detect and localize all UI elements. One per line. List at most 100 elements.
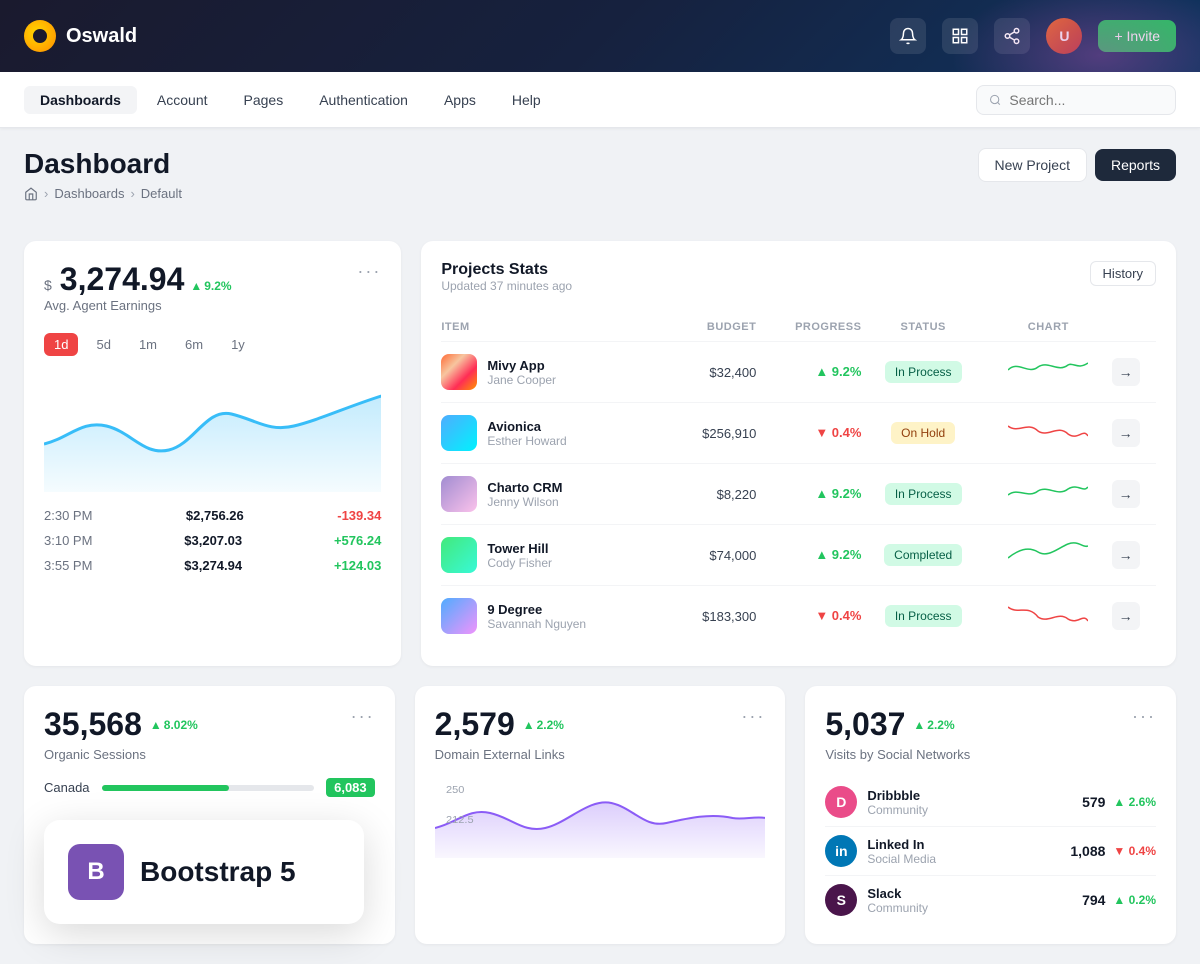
- map-country: Canada: [44, 780, 90, 795]
- history-button[interactable]: History: [1090, 261, 1156, 286]
- slack-icon: S: [825, 884, 857, 916]
- search-bar[interactable]: [976, 85, 1176, 115]
- map-row: Canada 6,083: [44, 778, 375, 797]
- social-more-button[interactable]: ···: [1132, 706, 1156, 743]
- nav-item-dashboards[interactable]: Dashboards: [24, 86, 137, 114]
- row-amount: $2,756.26: [186, 508, 244, 523]
- project-item: Avionica Esther Howard: [441, 415, 670, 451]
- linkedin-icon: in: [825, 835, 857, 867]
- logo-area: Oswald: [24, 20, 137, 52]
- mini-chart: [1008, 599, 1088, 629]
- layout-icon[interactable]: [942, 18, 978, 54]
- project-icon: [441, 354, 477, 390]
- header-right: U + Invite: [890, 18, 1176, 54]
- view-button[interactable]: →: [1112, 541, 1140, 569]
- domain-more-button[interactable]: ···: [741, 706, 765, 743]
- project-item: Tower Hill Cody Fisher: [441, 537, 670, 573]
- map-bar: [102, 785, 315, 791]
- currency-symbol: $: [44, 277, 52, 293]
- organic-more-button[interactable]: ···: [351, 706, 375, 743]
- table-row: 9 Degree Savannah Nguyen $183,300 ▼ 0.4%…: [441, 586, 1156, 647]
- time-filter-1y[interactable]: 1y: [221, 333, 255, 356]
- mini-chart: [1008, 355, 1088, 385]
- breadcrumb-dashboards: Dashboards: [54, 186, 124, 201]
- organic-sessions-badge: ▲ 8.02%: [150, 718, 198, 732]
- share-icon[interactable]: [994, 18, 1030, 54]
- domain-chart: 250 212.5: [435, 778, 766, 858]
- dribbble-icon: D: [825, 786, 857, 818]
- view-button[interactable]: →: [1112, 602, 1140, 630]
- bootstrap-overlay: B Bootstrap 5: [44, 820, 364, 924]
- social-badge: ▼ 0.4%: [1113, 844, 1156, 858]
- social-name: Dribbble: [867, 788, 928, 803]
- view-button[interactable]: →: [1112, 419, 1140, 447]
- earnings-more-button[interactable]: ···: [357, 261, 381, 282]
- earnings-label: Avg. Agent Earnings: [44, 298, 232, 313]
- social-badge: ▲ 2.6%: [1113, 795, 1156, 809]
- earnings-badge: ▲ 9.2%: [190, 279, 231, 293]
- social-count: 1,088: [1070, 843, 1105, 859]
- svg-text:250: 250: [446, 784, 465, 795]
- budget-cell: $8,220: [671, 464, 757, 525]
- progress-cell: ▲ 9.2%: [815, 547, 861, 562]
- time-filter-1m[interactable]: 1m: [129, 333, 167, 356]
- row-time: 3:10 PM: [44, 533, 92, 548]
- row-amount: $3,274.94: [184, 558, 242, 573]
- social-item-dribbble: D Dribbble Community 579 ▲ 2.6%: [825, 778, 1156, 827]
- nav-item-account[interactable]: Account: [141, 86, 224, 114]
- row-amount: $3,207.03: [184, 533, 242, 548]
- bootstrap-icon: B: [68, 844, 124, 900]
- mini-chart: [1008, 538, 1088, 568]
- status-badge: On Hold: [891, 422, 955, 444]
- earnings-chart: [44, 372, 381, 492]
- social-networks-label: Visits by Social Networks: [825, 747, 1156, 762]
- domain-links-badge: ▲ 2.2%: [523, 718, 564, 732]
- nav-item-pages[interactable]: Pages: [228, 86, 300, 114]
- progress-cell: ▼ 0.4%: [815, 608, 861, 623]
- time-filter-5d[interactable]: 5d: [86, 333, 120, 356]
- notification-icon[interactable]: [890, 18, 926, 54]
- mini-chart: [1008, 477, 1088, 507]
- invite-button[interactable]: + Invite: [1098, 20, 1176, 52]
- organic-sessions-label: Organic Sessions: [44, 747, 375, 762]
- status-badge-charto: In Process: [885, 483, 962, 505]
- project-author: Esther Howard: [487, 434, 566, 448]
- home-icon: [24, 187, 38, 201]
- table-row: Avionica Esther Howard $256,910 ▼ 0.4% O…: [441, 403, 1156, 464]
- nav-item-apps[interactable]: Apps: [428, 86, 492, 114]
- col-view: [1112, 313, 1156, 342]
- social-item-slack: S Slack Community 794 ▲ 0.2%: [825, 876, 1156, 924]
- reports-button[interactable]: Reports: [1095, 149, 1176, 181]
- earnings-card: $ 3,274.94 ▲ 9.2% Avg. Agent Earnings ··…: [24, 241, 401, 666]
- row-change: +124.03: [334, 558, 381, 573]
- new-project-button[interactable]: New Project: [978, 148, 1087, 182]
- status-badge: In Process: [885, 361, 962, 383]
- breadcrumb-default: Default: [141, 186, 182, 201]
- earnings-row: 2:30 PM $2,756.26 -139.34: [44, 508, 381, 523]
- time-filter-1d[interactable]: 1d: [44, 333, 78, 356]
- time-filter-6m[interactable]: 6m: [175, 333, 213, 356]
- domain-links-value: 2,579 ▲ 2.2%: [435, 706, 564, 743]
- nav-item-help[interactable]: Help: [496, 86, 557, 114]
- project-author: Savannah Nguyen: [487, 617, 586, 631]
- view-button[interactable]: →: [1112, 358, 1140, 386]
- social-networks-badge: ▲ 2.2%: [913, 718, 954, 732]
- user-avatar[interactable]: U: [1046, 18, 1082, 54]
- social-badge: ▲ 0.2%: [1113, 893, 1156, 907]
- nav-item-authentication[interactable]: Authentication: [303, 86, 424, 114]
- table-row: Tower Hill Cody Fisher $74,000 ▲ 9.2% Co…: [441, 525, 1156, 586]
- project-icon: [441, 598, 477, 634]
- row-change: +576.24: [334, 533, 381, 548]
- page-title: Dashboard: [24, 148, 182, 180]
- search-input[interactable]: [1009, 92, 1163, 108]
- social-type: Community: [867, 901, 928, 915]
- projects-card: Projects Stats Updated 37 minutes ago Hi…: [421, 241, 1176, 666]
- project-item: Charto CRM Jenny Wilson: [441, 476, 670, 512]
- social-item-linkedin: in Linked In Social Media 1,088 ▼ 0.4%: [825, 827, 1156, 876]
- budget-cell: $74,000: [671, 525, 757, 586]
- view-button[interactable]: →: [1112, 480, 1140, 508]
- col-progress: PROGRESS: [756, 313, 861, 342]
- project-name: 9 Degree: [487, 602, 586, 617]
- project-item: 9 Degree Savannah Nguyen: [441, 598, 670, 634]
- projects-title: Projects Stats: [441, 261, 572, 279]
